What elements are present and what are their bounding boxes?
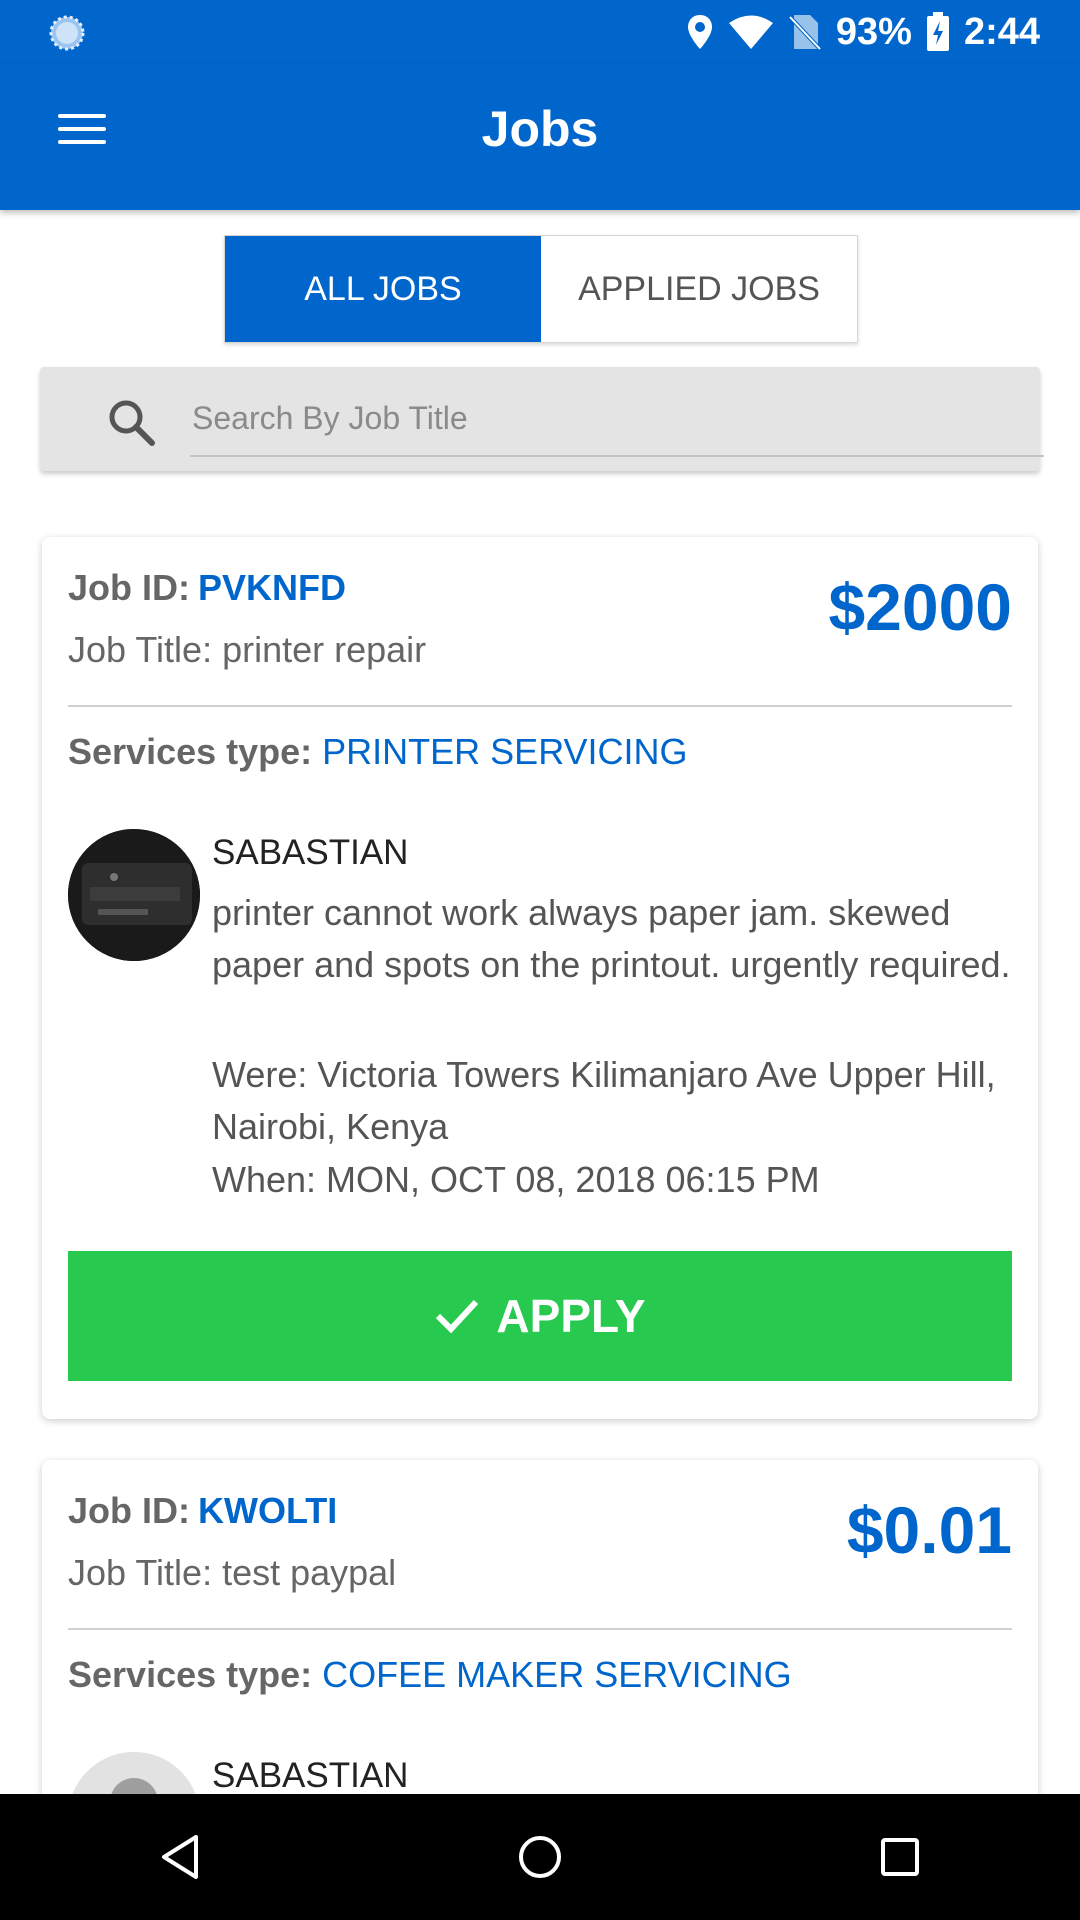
- job-id-label: Job ID:: [68, 567, 190, 608]
- search-bar: [40, 367, 1044, 471]
- job-title: Job Title: test paypal: [68, 1552, 397, 1593]
- home-icon[interactable]: [495, 1812, 585, 1902]
- avatar: [68, 829, 200, 961]
- job-id-label: Job ID:: [68, 1490, 190, 1531]
- job-id-value: PVKNFD: [198, 567, 347, 608]
- status-bar: 93% 2:44: [0, 0, 1080, 64]
- sync-icon: [49, 15, 85, 51]
- job-id: Job ID: PVKNFD: [68, 567, 346, 609]
- search-icon: [109, 400, 155, 446]
- recents-icon[interactable]: [855, 1812, 945, 1902]
- services-type: Services type: PRINTER SERVICING: [68, 731, 688, 773]
- job-tabs: ALL JOBS APPLIED JOBS: [224, 235, 858, 343]
- battery-charging-icon: [926, 12, 949, 51]
- location-icon: [687, 15, 712, 49]
- divider: [68, 705, 1012, 707]
- job-location: Were: Victoria Towers Kilimanjaro Ave Up…: [212, 1054, 996, 1147]
- poster-name: SABASTIAN: [212, 1756, 409, 1795]
- job-price: $0.01: [846, 1493, 1012, 1567]
- job-id-value: KWOLTI: [198, 1490, 338, 1531]
- apply-button[interactable]: APPLY: [68, 1251, 1012, 1381]
- no-sim-icon: [788, 15, 822, 51]
- tab-applied-jobs[interactable]: APPLIED JOBS: [541, 236, 857, 342]
- services-type-label: Services type:: [68, 731, 313, 772]
- apply-label: APPLY: [496, 1290, 646, 1342]
- battery-percent: 93%: [835, 10, 912, 53]
- job-time: When: MON, OCT 08, 2018 06:15 PM: [212, 1159, 820, 1200]
- app-bar: Jobs: [0, 64, 1080, 210]
- back-icon[interactable]: [135, 1812, 225, 1902]
- wifi-icon: [728, 15, 773, 49]
- job-card: Job ID: PVKNFD Job Title: printer repair …: [42, 537, 1038, 1419]
- check-icon: [436, 1299, 479, 1334]
- printer-photo: [68, 829, 200, 961]
- system-nav-bar: [0, 1794, 1080, 1920]
- search-input[interactable]: [190, 381, 1044, 457]
- clock: 2:44: [963, 10, 1040, 53]
- status-icons: 93% 2:44: [686, 0, 1040, 64]
- services-type: Services type: COFEE MAKER SERVICING: [68, 1654, 792, 1696]
- poster-name: SABASTIAN: [212, 833, 409, 872]
- divider: [68, 1628, 1012, 1630]
- services-type-value: COFEE MAKER SERVICING: [322, 1654, 792, 1695]
- job-price: $2000: [828, 570, 1012, 644]
- page-title: Jobs: [481, 101, 599, 157]
- job-description: printer cannot work always paper jam. sk…: [212, 892, 1011, 985]
- services-type-label: Services type:: [68, 1654, 313, 1695]
- job-id: Job ID: KWOLTI: [68, 1490, 337, 1532]
- services-type-value: PRINTER SERVICING: [322, 731, 688, 772]
- job-title: Job Title: printer repair: [68, 629, 427, 670]
- tab-all-jobs[interactable]: ALL JOBS: [225, 236, 541, 342]
